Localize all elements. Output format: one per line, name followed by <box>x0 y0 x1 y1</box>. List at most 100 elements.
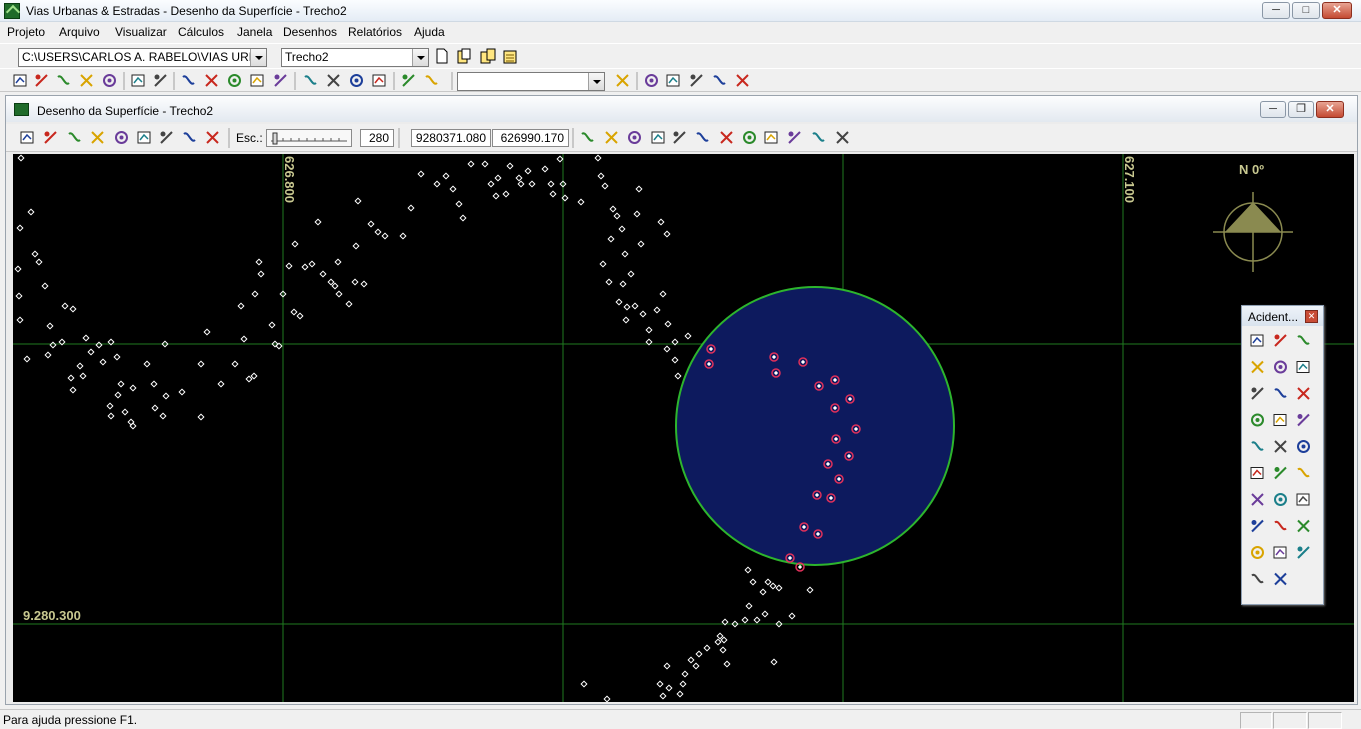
acidentes-palette[interactable]: Acident... ✕ <box>1241 305 1324 605</box>
menu-calculos[interactable]: Cálculos <box>178 25 224 39</box>
layers-icon[interactable] <box>479 47 497 65</box>
hatch-icon[interactable] <box>181 129 198 146</box>
palette-title-bar[interactable]: Acident... ✕ <box>1242 306 1323 326</box>
cross-section-icon[interactable] <box>113 129 130 146</box>
chevron-down-icon[interactable] <box>588 73 604 90</box>
toolbar-combo[interactable] <box>457 72 605 91</box>
tool-a-icon[interactable] <box>302 72 319 89</box>
pole-icon[interactable] <box>1249 359 1266 376</box>
edit-icon[interactable] <box>579 129 596 146</box>
help-pointer-icon[interactable] <box>130 72 147 89</box>
menu-visualizar[interactable]: Visualizar <box>115 25 167 39</box>
spiral-icon[interactable] <box>1272 544 1289 561</box>
post-icon[interactable] <box>1272 438 1289 455</box>
tool-d-icon[interactable] <box>371 72 388 89</box>
hydrant-icon[interactable] <box>1272 359 1289 376</box>
menu-arquivo[interactable]: Arquivo <box>59 25 100 39</box>
target-icon[interactable] <box>1249 438 1266 455</box>
drawing-close-button[interactable]: ✕ <box>1316 101 1344 118</box>
axis-icon[interactable] <box>136 129 153 146</box>
tool-e-icon[interactable] <box>400 72 417 89</box>
menu-ajuda[interactable]: Ajuda <box>414 25 445 39</box>
palette-close-button[interactable]: ✕ <box>1305 310 1318 323</box>
scale-slider[interactable] <box>266 129 352 147</box>
cable-icon[interactable] <box>1272 465 1289 482</box>
sign-icon[interactable] <box>1295 438 1312 455</box>
culvert-icon[interactable] <box>1272 332 1289 349</box>
dna-icon[interactable] <box>1295 491 1312 508</box>
copy-icon[interactable] <box>203 72 220 89</box>
window-list-icon[interactable] <box>734 72 751 89</box>
circle-dot-icon[interactable] <box>1295 544 1312 561</box>
tool-b-icon[interactable] <box>325 72 342 89</box>
pan-icon[interactable] <box>810 129 827 146</box>
help-icon[interactable] <box>152 72 169 89</box>
tile-horizontal-icon[interactable] <box>688 72 705 89</box>
contour-icon[interactable] <box>66 129 83 146</box>
drawing-maximize-button[interactable]: ❐ <box>1288 101 1314 118</box>
paste-special-icon[interactable] <box>249 72 266 89</box>
chevron-down-icon[interactable] <box>412 49 428 66</box>
tool-c-icon[interactable] <box>348 72 365 89</box>
bridge-icon[interactable] <box>1249 332 1266 349</box>
zoom-extents-icon[interactable] <box>694 129 711 146</box>
paste-icon[interactable] <box>226 72 243 89</box>
tower-icon[interactable] <box>1249 465 1266 482</box>
sigma-icon[interactable] <box>786 129 803 146</box>
drawing-minimize-button[interactable]: ─ <box>1260 101 1286 118</box>
fence-icon[interactable] <box>1272 412 1289 429</box>
locate-point-icon[interactable] <box>42 129 59 146</box>
triangulate-icon[interactable] <box>89 129 106 146</box>
line-red-icon[interactable] <box>1295 465 1312 482</box>
open-folder-icon[interactable] <box>33 72 50 89</box>
tracks-icon[interactable] <box>1249 518 1266 535</box>
select-point-icon[interactable] <box>626 129 643 146</box>
curve-icon[interactable] <box>1295 385 1312 402</box>
clear-icon[interactable] <box>718 129 735 146</box>
layers-settings-icon[interactable] <box>502 47 520 65</box>
drawing-canvas[interactable]: 626.800 627.100 9.280.300 N 0º <box>13 154 1354 702</box>
trecho-combo[interactable]: Trecho2 <box>281 48 429 67</box>
menu-desenhos[interactable]: Desenhos <box>283 25 337 39</box>
globe-icon[interactable] <box>204 129 221 146</box>
project-path-combo[interactable]: C:\USERS\CARLOS A. RABELO\VIAS URBAN <box>18 48 267 67</box>
save-all-icon[interactable] <box>101 72 118 89</box>
minimize-button[interactable]: ─ <box>1262 2 1290 19</box>
line-slope-icon[interactable] <box>1272 385 1289 402</box>
pipe-icon[interactable] <box>1295 359 1312 376</box>
line-dash-icon[interactable] <box>1249 385 1266 402</box>
open-project-icon[interactable] <box>55 72 72 89</box>
menu-projeto[interactable]: Projeto <box>7 25 45 39</box>
menu-relatorios[interactable]: Relatórios <box>348 25 402 39</box>
print-icon[interactable] <box>614 72 631 89</box>
copy-layer-icon[interactable] <box>455 47 473 65</box>
close-button[interactable]: ✕ <box>1322 2 1352 19</box>
menu-janela[interactable]: Janela <box>237 25 272 39</box>
maximize-button[interactable]: □ <box>1292 2 1320 19</box>
new-file-icon[interactable] <box>12 72 29 89</box>
eraser-icon[interactable] <box>834 129 851 146</box>
selection-circle[interactable] <box>675 286 955 566</box>
arrange-icon[interactable] <box>711 72 728 89</box>
flag-icon[interactable] <box>158 129 175 146</box>
wall-icon[interactable] <box>1295 332 1312 349</box>
save-icon[interactable] <box>78 72 95 89</box>
rail-b-icon[interactable] <box>1272 491 1289 508</box>
new-layer-icon[interactable] <box>433 47 451 65</box>
cluster-icon[interactable] <box>1249 544 1266 561</box>
cascade-windows-icon[interactable] <box>643 72 660 89</box>
swap-icon[interactable] <box>741 129 758 146</box>
chevron-down-icon[interactable] <box>250 49 266 66</box>
zoom-point-icon[interactable] <box>650 129 667 146</box>
tree-cross-icon[interactable] <box>1295 412 1312 429</box>
save-drawing-icon[interactable] <box>603 129 620 146</box>
rail-icon[interactable] <box>1249 491 1266 508</box>
curve-b-icon[interactable] <box>1249 412 1266 429</box>
loop-icon[interactable] <box>1272 518 1289 535</box>
cut-icon[interactable] <box>180 72 197 89</box>
lock-icon[interactable] <box>763 129 780 146</box>
scale-value[interactable]: 280 <box>360 129 394 147</box>
grid-points-icon[interactable] <box>19 129 36 146</box>
zoom-window-icon[interactable] <box>671 129 688 146</box>
funnel-icon[interactable] <box>1272 571 1289 588</box>
